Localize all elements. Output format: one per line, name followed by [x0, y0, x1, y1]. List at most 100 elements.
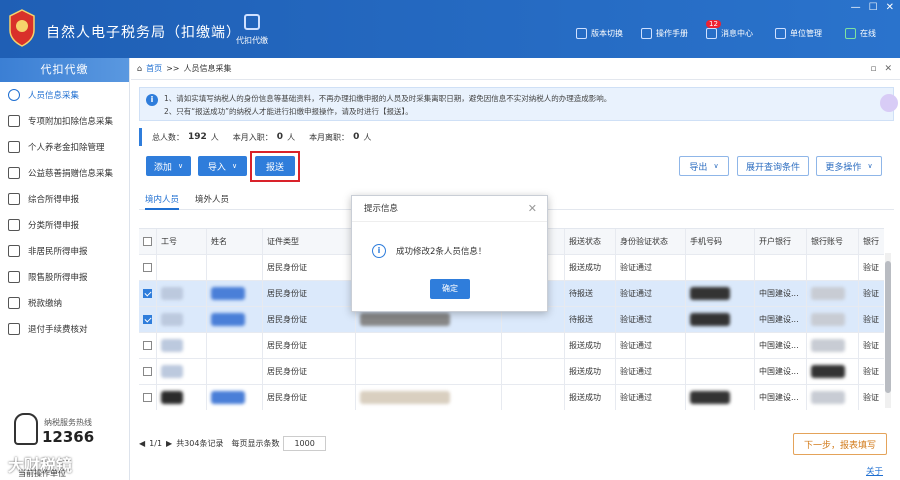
version-switch-button[interactable]: 版本切换: [576, 28, 623, 39]
export-label: 导出: [689, 162, 708, 173]
module-tab-withholding[interactable]: 代扣代缴: [230, 14, 274, 46]
module-icon: [244, 14, 260, 30]
panel-restore-icon[interactable]: ▫: [870, 64, 876, 74]
menu-icon: [8, 271, 20, 283]
hotline-number: 12366: [42, 428, 95, 446]
sidebar-item-label: 个人养老金扣除管理: [28, 143, 105, 153]
table-row[interactable]: 居民身份证 报送成功 验证通过 中国建设... 验证: [139, 359, 884, 385]
phone-redacted: [686, 281, 755, 307]
dialog-ok-button[interactable]: 确定: [430, 279, 470, 299]
page-info: 1/1: [149, 439, 163, 448]
sidebar-item[interactable]: 税款缴纳: [0, 290, 129, 316]
verify-status: 验证通过: [616, 307, 686, 333]
about-link[interactable]: 关于: [866, 465, 883, 477]
submit-status: 报送成功: [565, 333, 616, 359]
page-size-select[interactable]: 1000: [283, 436, 326, 451]
verify-status: 验证通过: [616, 255, 686, 281]
country-cell: [502, 385, 565, 410]
row-checkbox[interactable]: [139, 307, 157, 333]
row-checkbox[interactable]: [139, 255, 157, 281]
maximize-icon[interactable]: ☐: [869, 2, 878, 13]
bank-verify-status: 验证: [859, 333, 884, 359]
import-button[interactable]: 导入 ∨: [198, 156, 247, 176]
country-cell: [502, 333, 565, 359]
expand-query-button[interactable]: 展开查询条件: [737, 156, 809, 176]
phone-redacted: [686, 333, 755, 359]
bank-name: 中国建设...: [755, 333, 807, 359]
name-redacted: [207, 281, 263, 307]
prev-page-icon[interactable]: ◀: [139, 439, 145, 448]
row-checkbox[interactable]: [139, 385, 157, 410]
online-status[interactable]: 在线: [845, 28, 876, 39]
bank-verify-status: 验证: [859, 385, 884, 410]
id-type: 居民身份证: [263, 333, 356, 359]
sidebar-item[interactable]: 公益慈善捐赠信息采集: [0, 160, 129, 186]
table-row[interactable]: 居民身份证 报送成功 验证通过 中国建设... 验证: [139, 385, 884, 410]
bank-verify-status: 验证: [859, 255, 884, 281]
select-all-checkbox[interactable]: [139, 229, 157, 255]
row-checkbox[interactable]: [139, 281, 157, 307]
sidebar-item-label: 专项附加扣除信息采集: [28, 117, 114, 127]
more-actions-button[interactable]: 更多操作 ∨: [816, 156, 882, 176]
message-center-button[interactable]: 消息中心: [706, 28, 753, 39]
table-row[interactable]: 居民身份证 报送成功 验证通过 中国建设... 验证: [139, 333, 884, 359]
panel-close-icon[interactable]: ✕: [884, 64, 892, 74]
unit-manage-button[interactable]: 单位管理: [775, 28, 822, 39]
unit-icon: [775, 28, 786, 39]
bank-account-redacted: [807, 333, 859, 359]
table-scrollbar[interactable]: [885, 253, 891, 408]
dialog-message: i 成功修改2条人员信息！: [372, 244, 486, 258]
message-icon: [706, 28, 717, 39]
tab-domestic[interactable]: 境内人员: [145, 193, 180, 210]
sidebar-item[interactable]: 个人养老金扣除管理: [0, 134, 129, 160]
bank-account-redacted: [807, 307, 859, 333]
add-button[interactable]: 添加 ∨: [146, 156, 191, 176]
message-label: 消息中心: [721, 29, 753, 38]
scrollbar-thumb[interactable]: [885, 261, 891, 393]
online-label: 在线: [860, 29, 876, 38]
sidebar-item-label: 综合所得申报: [28, 195, 80, 205]
column-header: 手机号码: [686, 229, 755, 255]
breadcrumb-home[interactable]: 首页: [146, 63, 162, 74]
dialog-close-icon[interactable]: ✕: [528, 202, 537, 215]
sidebar-item-label: 分类所得申报: [28, 221, 80, 231]
chevron-down-icon: ∨: [177, 162, 184, 170]
close-icon[interactable]: ✕: [886, 2, 894, 13]
tab-foreign[interactable]: 境外人员: [195, 193, 229, 205]
country-cell: [502, 359, 565, 385]
minimize-icon[interactable]: —: [851, 2, 861, 13]
sidebar-item[interactable]: 分类所得申报: [0, 212, 129, 238]
joined-count: 0: [276, 132, 284, 142]
next-page-icon[interactable]: ▶: [166, 439, 172, 448]
bank-name: [755, 255, 807, 281]
sidebar-item[interactable]: 限售股所得申报: [0, 264, 129, 290]
column-header: 姓名: [207, 229, 263, 255]
import-label: 导入: [207, 162, 226, 173]
dialog-title: 提示信息: [352, 196, 547, 222]
assistant-icon[interactable]: [880, 94, 898, 112]
joined-unit: 人: [287, 132, 296, 142]
column-header: 银行账号: [807, 229, 859, 255]
chevron-down-icon: ∨: [867, 162, 873, 170]
row-checkbox[interactable]: [139, 359, 157, 385]
export-button[interactable]: 导出 ∨: [679, 156, 729, 176]
sidebar-item[interactable]: 退付手续费核对: [0, 316, 129, 342]
manual-button[interactable]: 操作手册: [641, 28, 688, 39]
summary-bar: 总人数： 192 人 本月入职： 0 人 本月离职： 0 人: [139, 128, 894, 146]
column-header: 报送状态: [565, 229, 616, 255]
name-redacted: [207, 385, 263, 410]
bank-account-redacted: [807, 281, 859, 307]
submit-status: 报送成功: [565, 255, 616, 281]
info-dialog: 提示信息 ✕ i 成功修改2条人员信息！ 确定: [351, 195, 548, 312]
employee-id-redacted: [157, 307, 207, 333]
next-step-button[interactable]: 下一步，报表填写: [793, 433, 887, 455]
sidebar-item[interactable]: 非居民所得申报: [0, 238, 129, 264]
sidebar-item[interactable]: 人员信息采集: [0, 82, 129, 108]
phone-redacted: [686, 307, 755, 333]
total-label: 总人数：: [152, 132, 184, 142]
sidebar-item[interactable]: 综合所得申报: [0, 186, 129, 212]
row-checkbox[interactable]: [139, 333, 157, 359]
home-icon[interactable]: ⌂: [137, 64, 142, 73]
sidebar-item[interactable]: 专项附加扣除信息采集: [0, 108, 129, 134]
breadcrumb: ⌂ 首页 >> 人员信息采集: [131, 58, 900, 80]
